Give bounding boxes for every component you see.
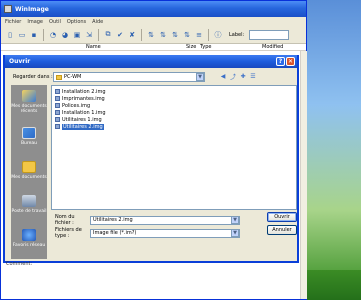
open-icon[interactable]: ▭: [17, 29, 27, 40]
place-label: Mes documents: [11, 174, 47, 180]
up-folder-icon[interactable]: ⤴: [229, 72, 237, 81]
close-icon[interactable]: ✕: [286, 57, 295, 66]
place-recent-documents[interactable]: Mes documents récents: [11, 85, 47, 119]
disk-image-icon: [55, 89, 60, 94]
my-documents-icon: [22, 160, 36, 173]
place-desktop[interactable]: Bureau: [11, 119, 47, 153]
save-icon[interactable]: ▪: [29, 29, 39, 40]
menu-outil[interactable]: Outil: [49, 19, 61, 25]
toolbar-divider: [43, 28, 44, 41]
look-in-label: Regarder dans :: [13, 74, 53, 80]
toolbar-divider: [141, 28, 142, 41]
delete-icon[interactable]: ✘: [127, 29, 137, 40]
sort-size-icon[interactable]: ⇅: [158, 29, 168, 40]
filetype-select[interactable]: Image file (*.im?) ▼: [90, 228, 240, 238]
dialog-titlebar[interactable]: Ouvrir ? ✕: [5, 55, 297, 68]
chevron-down-icon[interactable]: ▼: [196, 73, 204, 81]
filetype-label: Fichiers de type :: [55, 227, 82, 239]
desktop-icon: [22, 126, 36, 139]
disk-write-icon[interactable]: ◕: [60, 29, 70, 40]
format-icon[interactable]: ▣: [72, 29, 82, 40]
dialog-nav-toolbar: ◀ ⤴ ✚ ☰: [219, 72, 257, 81]
place-network[interactable]: Favoris réseau: [11, 221, 47, 255]
comment-label: Comment:: [6, 261, 33, 267]
column-size[interactable]: Size: [186, 44, 200, 50]
place-label: Favoris réseau: [12, 242, 46, 248]
network-icon: [22, 228, 36, 241]
file-browser-list[interactable]: Installation 2.img Imprimantes.img Polic…: [51, 85, 297, 210]
dialog-title: Ouvrir: [9, 58, 31, 65]
filetype-row: Fichiers de type : Image file (*.im?) ▼: [55, 227, 240, 239]
toolbar-divider: [208, 28, 209, 41]
app-titlebar[interactable]: WinImage: [1, 1, 306, 17]
inject-icon[interactable]: ✔: [115, 29, 125, 40]
place-label: Poste de travail: [11, 208, 47, 214]
list-item[interactable]: Installation 1.img: [55, 109, 293, 116]
filename-label: Nom du fichier :: [55, 214, 75, 226]
list-item[interactable]: Polices.img: [55, 102, 293, 109]
place-label: Bureau: [20, 140, 38, 146]
menu-options[interactable]: Options: [67, 19, 86, 25]
sort-date-icon[interactable]: ⇅: [182, 29, 192, 40]
list-item[interactable]: Utilitaires 1.img: [55, 116, 293, 123]
app-title: WinImage: [15, 5, 49, 13]
sort-type-icon[interactable]: ⇅: [170, 29, 180, 40]
vertical-scrollbar[interactable]: [300, 51, 307, 299]
look-in-row: Regarder dans : PC-WM ▼: [13, 72, 205, 82]
unsorted-icon[interactable]: ≡: [194, 29, 204, 40]
label-input[interactable]: [249, 29, 290, 40]
disk-image-icon: [55, 117, 60, 122]
help-icon[interactable]: ?: [276, 57, 285, 66]
open-dialog: Ouvrir ? ✕ Regarder dans : PC-WM ▼ ◀ ⤴ ✚…: [3, 55, 299, 267]
filename-field[interactable]: Utilitaires 2.img ▼: [90, 215, 240, 225]
disk-image-icon: [55, 110, 60, 115]
disk-image-icon: [55, 124, 60, 129]
folder-icon: [56, 74, 62, 80]
column-type[interactable]: Type: [200, 44, 262, 50]
new-folder-icon[interactable]: ✚: [239, 72, 247, 81]
place-label: Mes documents récents: [11, 104, 47, 114]
filename-row: Nom du fichier : Utilitaires 2.img ▼: [55, 214, 240, 226]
column-name[interactable]: Name: [86, 44, 186, 50]
filetype-value: Image file (*.im?): [93, 230, 137, 236]
disk-read-icon[interactable]: ◔: [48, 29, 58, 40]
cancel-button[interactable]: Annuler: [267, 225, 297, 235]
list-item[interactable]: Installation 2.img: [55, 88, 293, 95]
place-my-documents[interactable]: Mes documents: [11, 153, 47, 187]
chevron-down-icon[interactable]: ▼: [231, 216, 239, 224]
open-button[interactable]: Ouvrir: [267, 212, 297, 222]
copy-icon[interactable]: ⧉: [103, 29, 113, 40]
look-in-value: PC-WM: [64, 74, 82, 80]
computer-icon: [22, 194, 36, 207]
info-icon[interactable]: ⓘ: [213, 29, 223, 40]
list-item-selected[interactable]: Utilitaires 2.img: [55, 123, 293, 130]
menubar: Fichier Image Outil Options Aide: [1, 17, 306, 26]
extract-icon[interactable]: ⇲: [84, 29, 94, 40]
disk-image-icon: [55, 96, 60, 101]
menu-fichier[interactable]: Fichier: [5, 19, 21, 25]
sort-name-icon[interactable]: ⇅: [146, 29, 156, 40]
look-in-select[interactable]: PC-WM ▼: [53, 72, 205, 82]
file-list-header: Name Size Type Modified: [1, 44, 306, 51]
new-icon[interactable]: ▯: [5, 29, 15, 40]
view-menu-icon[interactable]: ☰: [249, 72, 257, 81]
winimage-icon: [4, 5, 12, 13]
back-icon[interactable]: ◀: [219, 72, 227, 81]
filename-value: Utilitaires 2.img: [93, 217, 133, 223]
place-my-computer[interactable]: Poste de travail: [11, 187, 47, 221]
column-modified[interactable]: Modified: [262, 44, 302, 50]
disk-image-icon: [55, 103, 60, 108]
menu-aide[interactable]: Aide: [92, 19, 103, 25]
menu-image[interactable]: Image: [27, 19, 43, 25]
chevron-down-icon[interactable]: ▼: [231, 229, 239, 237]
toolbar-divider: [98, 28, 99, 41]
places-bar: Mes documents récents Bureau Mes documen…: [11, 85, 47, 259]
list-item[interactable]: Imprimantes.img: [55, 95, 293, 102]
desktop-background: [307, 270, 361, 300]
recent-documents-icon: [22, 90, 36, 102]
toolbar: ▯ ▭ ▪ ◔ ◕ ▣ ⇲ ⧉ ✔ ✘ ⇅ ⇅ ⇅ ⇅ ≡ ⓘ Label:: [1, 26, 306, 44]
label-caption: Label:: [229, 31, 245, 38]
